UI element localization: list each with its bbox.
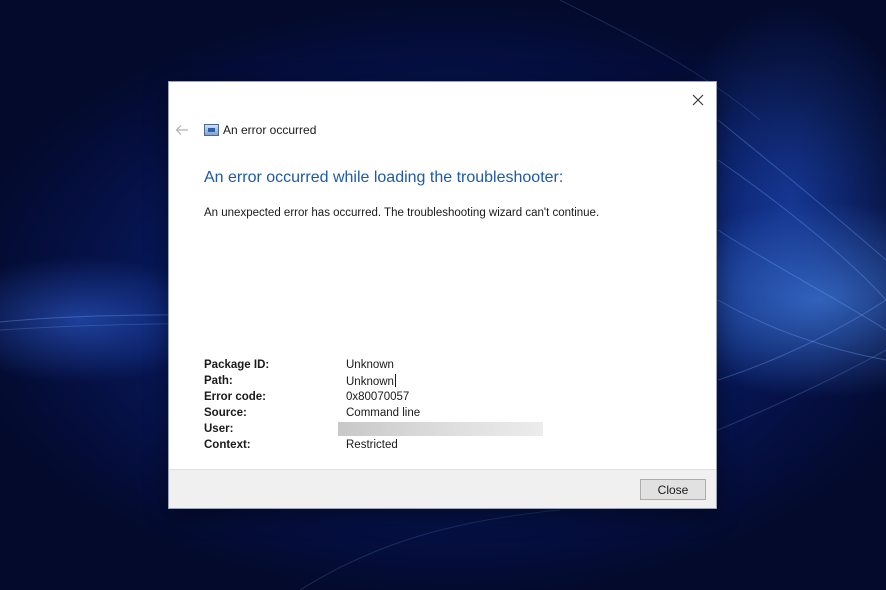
detail-value: Command line bbox=[346, 407, 421, 419]
detail-label: User: bbox=[204, 423, 234, 435]
dialog-footer: Close bbox=[169, 469, 716, 508]
detail-row-error-code: Error code: 0x80070057 bbox=[204, 389, 543, 405]
detail-value: 0x80070057 bbox=[346, 391, 410, 403]
detail-row-package-id: Package ID: Unknown bbox=[204, 357, 543, 373]
close-button[interactable]: Close bbox=[640, 479, 706, 500]
detail-value: Unknown bbox=[346, 359, 394, 371]
detail-row-user: User: bbox=[204, 421, 543, 437]
error-heading: An error occurred while loading the trou… bbox=[204, 169, 564, 186]
detail-value-wrap: Unknown bbox=[346, 374, 396, 388]
close-icon[interactable] bbox=[688, 90, 708, 110]
detail-label: Path: bbox=[204, 375, 233, 387]
detail-row-context: Context: Restricted bbox=[204, 437, 543, 453]
detail-value: Restricted bbox=[346, 439, 398, 451]
detail-row-path: Path: Unknown bbox=[204, 373, 543, 389]
detail-value: Unknown bbox=[346, 376, 394, 388]
detail-label: Source: bbox=[204, 407, 247, 419]
error-dialog: An error occurred An error occurred whil… bbox=[168, 81, 717, 509]
detail-label: Error code: bbox=[204, 391, 266, 403]
dialog-title: An error occurred bbox=[223, 123, 317, 137]
detail-label: Package ID: bbox=[204, 359, 270, 371]
error-message: An unexpected error has occurred. The tr… bbox=[204, 207, 600, 219]
error-details: Package ID: Unknown Path: Unknown Error … bbox=[204, 357, 543, 453]
redacted-user-value bbox=[338, 422, 543, 436]
detail-row-source: Source: Command line bbox=[204, 405, 543, 421]
back-arrow-icon[interactable] bbox=[175, 123, 193, 137]
dialog-nav-bar: An error occurred bbox=[175, 120, 316, 140]
detail-label: Context: bbox=[204, 439, 251, 451]
troubleshooter-icon bbox=[204, 124, 219, 136]
text-cursor bbox=[394, 374, 396, 387]
